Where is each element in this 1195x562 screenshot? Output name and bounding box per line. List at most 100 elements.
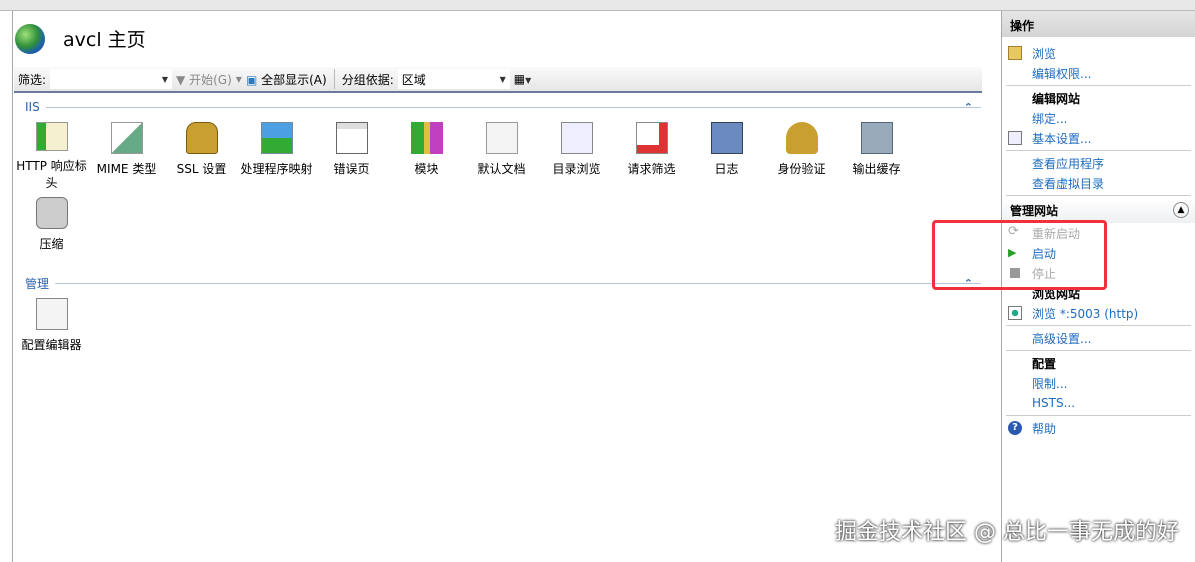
highlight-box: [932, 220, 1107, 290]
help-icon: ?: [1008, 421, 1022, 435]
feature-label: 身份验证: [777, 162, 826, 176]
compression-icon: [35, 197, 68, 229]
group-header-iis[interactable]: IIS ⌃: [25, 100, 981, 114]
group-header-management[interactable]: 管理 ⌃: [25, 275, 981, 292]
feature-item[interactable]: 模块: [389, 117, 464, 192]
config-editor-icon: [35, 298, 68, 330]
view-mode-button[interactable]: ▦▼: [510, 72, 536, 86]
management-feature-list: 配置编辑器: [14, 293, 974, 368]
view-virtual-directories-link[interactable]: 查看虚拟目录: [1002, 173, 1195, 193]
mime-types-icon: [110, 122, 143, 154]
bindings-link[interactable]: 绑定...: [1002, 108, 1195, 128]
feature-label: 日志: [714, 162, 739, 176]
feature-item[interactable]: 输出缓存: [839, 117, 914, 192]
handler-mappings-icon: [260, 122, 293, 154]
feature-label: 压缩: [39, 237, 64, 251]
modules-icon: [410, 122, 443, 154]
basic-settings-link[interactable]: 基本设置...: [1002, 128, 1195, 148]
label: 绑定...: [1032, 111, 1068, 126]
window-top-bar: [0, 0, 1195, 11]
error-pages-icon: [335, 122, 368, 154]
dropdown-arrow-icon: ▼: [161, 74, 169, 84]
label: 浏览 *:5003 (http): [1032, 306, 1139, 321]
label: 高级设置...: [1032, 331, 1092, 346]
feature-item[interactable]: 处理程序映射: [239, 117, 314, 192]
feature-label: MIME 类型: [96, 162, 157, 176]
feature-label: SSL 设置: [176, 162, 227, 176]
label: 查看应用程序: [1032, 156, 1105, 171]
http-headers-icon: [35, 122, 68, 151]
go-label: 开始(G): [189, 72, 232, 87]
feature-label: 配置编辑器: [21, 338, 82, 352]
iis-feature-list: HTTP 响应标头 MIME 类型 SSL 设置 处理程序映射 错误页 模块 默认文档 目录浏…: [14, 117, 974, 267]
settings-page-icon: [1008, 131, 1022, 145]
feature-item[interactable]: 错误页: [314, 117, 389, 192]
feature-item[interactable]: MIME 类型: [89, 117, 164, 192]
feature-item[interactable]: 身份验证: [764, 117, 839, 192]
feature-label: 输出缓存: [852, 162, 901, 176]
funnel-icon: ▼: [176, 72, 186, 87]
label: 浏览: [1032, 46, 1057, 61]
label: 限制...: [1032, 376, 1068, 391]
group-name: 管理: [25, 277, 50, 291]
feature-label: 默认文档: [477, 162, 526, 176]
limits-link[interactable]: 限制...: [1002, 373, 1195, 393]
group-by-value: 区域: [401, 72, 426, 87]
go-button[interactable]: ▼ 开始(G): [172, 71, 236, 88]
help-link[interactable]: ? 帮助: [1002, 418, 1195, 438]
label: 基本设置...: [1032, 131, 1092, 146]
edit-permissions-link[interactable]: 编辑权限...: [1002, 63, 1195, 83]
advanced-settings-link[interactable]: 高级设置...: [1002, 328, 1195, 348]
configure-heading: 配置: [1032, 356, 1057, 371]
filter-input[interactable]: ▼: [50, 69, 173, 89]
output-caching-icon: [860, 122, 893, 154]
show-all-icon: ▣: [245, 72, 258, 87]
browse-link[interactable]: 浏览: [1002, 43, 1195, 63]
show-all-label: 全部显示(A): [261, 72, 327, 87]
view-applications-link[interactable]: 查看应用程序: [1002, 153, 1195, 173]
collapse-icon[interactable]: ⌃: [964, 101, 973, 114]
feature-item[interactable]: 请求筛选: [614, 117, 689, 192]
browser-globe-icon: [1008, 306, 1022, 320]
features-view: avcl 主页 筛选: ▼ ▼ 开始(G) ▼ ▣ 全部显示(A) 分组依据: …: [12, 11, 993, 562]
feature-label: 错误页: [333, 162, 370, 176]
separator: [333, 69, 335, 89]
label: 管理网站: [1010, 204, 1059, 218]
grid-view-icon: ▦: [513, 72, 526, 86]
group-by-select[interactable]: 区域 ▼: [397, 69, 510, 89]
label: 编辑权限...: [1032, 66, 1092, 81]
default-document-icon: [485, 122, 518, 154]
feature-item[interactable]: HTTP 响应标头: [14, 117, 89, 192]
filter-label: 筛选:: [18, 72, 47, 87]
logging-icon: [710, 122, 743, 154]
directory-browsing-icon: [560, 122, 593, 154]
request-filtering-icon: [635, 122, 668, 154]
browse-http-link[interactable]: 浏览 *:5003 (http): [1002, 303, 1195, 323]
label: 查看虚拟目录: [1032, 176, 1105, 191]
feature-item[interactable]: 配置编辑器: [14, 293, 89, 368]
feature-label: 目录浏览: [552, 162, 601, 176]
feature-label: 请求筛选: [627, 162, 676, 176]
collapse-icon[interactable]: ▲: [1173, 202, 1189, 218]
group-by-label: 分组依据:: [341, 72, 394, 87]
feature-item[interactable]: 默认文档: [464, 117, 539, 192]
authentication-icon: [785, 122, 818, 154]
group-name: IIS: [25, 100, 40, 114]
feature-item[interactable]: 目录浏览: [539, 117, 614, 192]
feature-label: 处理程序映射: [240, 162, 313, 176]
watermark: 掘金技术社区 @ 总比一事无成的好: [835, 520, 1179, 545]
feature-label: 模块: [414, 162, 439, 176]
filter-toolbar: 筛选: ▼ ▼ 开始(G) ▼ ▣ 全部显示(A) 分组依据: 区域 ▼ ▦▼: [14, 67, 982, 93]
dropdown-arrow-icon: ▼: [499, 74, 506, 84]
feature-item[interactable]: 压缩: [14, 192, 89, 267]
hsts-link[interactable]: HSTS...: [1002, 393, 1195, 413]
edit-site-heading: 编辑网站: [1032, 91, 1081, 106]
feature-item[interactable]: SSL 设置: [164, 117, 239, 192]
label: 帮助: [1032, 421, 1057, 436]
left-edge: [0, 11, 12, 562]
label: HSTS...: [1032, 396, 1076, 410]
ssl-lock-icon: [185, 122, 218, 154]
show-all-button[interactable]: ▣ 全部显示(A): [242, 71, 331, 88]
feature-item[interactable]: 日志: [689, 117, 764, 192]
site-globe-icon: [15, 24, 45, 54]
